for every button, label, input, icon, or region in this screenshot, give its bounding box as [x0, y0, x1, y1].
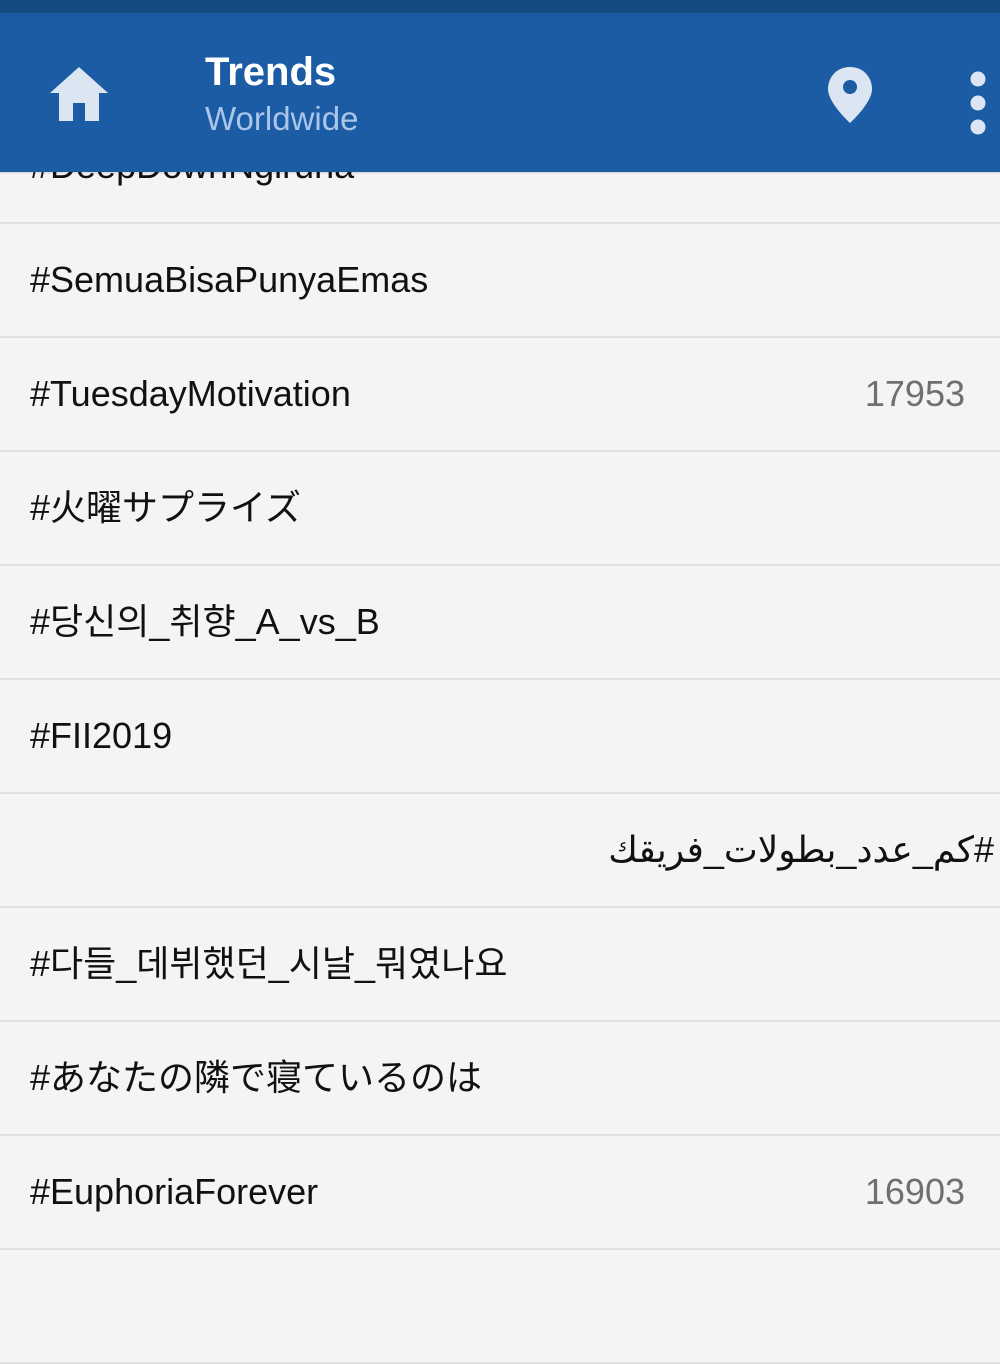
trend-name: #당신의_취향_A_vs_B	[30, 601, 380, 642]
location-button[interactable]	[822, 63, 878, 139]
status-bar	[0, 0, 1000, 13]
more-vertical-icon	[970, 71, 986, 135]
trend-name: #SemuaBisaPunyaEmas	[30, 259, 429, 300]
trend-row[interactable]	[0, 1250, 1000, 1364]
map-pin-icon	[828, 67, 872, 123]
page-title: Trends	[205, 50, 337, 94]
more-options-button[interactable]	[958, 63, 998, 143]
trend-row[interactable]: #SemuaBisaPunyaEmas	[0, 224, 1000, 338]
app-bar: Trends Worldwide	[0, 13, 1000, 172]
trend-name: #FII2019	[30, 715, 173, 756]
trend-name: #TuesdayMotivation	[30, 373, 351, 414]
trend-row[interactable]: #火曜サプライズ	[0, 452, 1000, 566]
trend-name: #あなたの隣で寝ているのは	[30, 1057, 483, 1098]
trend-row[interactable]: #TuesdayMotivation 17953	[0, 338, 1000, 452]
tweet-count: 17953	[864, 373, 965, 414]
trend-name: #火曜サプライズ	[30, 487, 301, 528]
title-block: Trends Worldwide	[205, 49, 358, 139]
trend-row[interactable]: #あなたの隣で寝ているのは	[0, 1022, 1000, 1136]
trend-row[interactable]: #당신의_취향_A_vs_B	[0, 566, 1000, 680]
trend-row[interactable]: #다들_데뷔했던_시날_뭐였나요	[0, 908, 1000, 1022]
trends-list: #DeepDownNgiruna #SemuaBisaPunyaEmas #Tu…	[0, 110, 1000, 1364]
trend-name: #다들_데뷔했던_시날_뭐였나요	[30, 943, 508, 984]
tweet-count: 16903	[864, 1171, 965, 1212]
trend-name: #كم_عدد_بطولات_فريقك	[608, 829, 994, 870]
location-subtitle: Worldwide	[205, 100, 359, 137]
home-button[interactable]	[46, 63, 112, 129]
home-icon	[50, 67, 108, 121]
trend-name: #EuphoriaForever	[30, 1171, 319, 1212]
trend-row[interactable]: #EuphoriaForever 16903	[0, 1136, 1000, 1250]
trend-row[interactable]: #كم_عدد_بطولات_فريقك	[0, 794, 1000, 908]
trend-row[interactable]: #FII2019	[0, 680, 1000, 794]
